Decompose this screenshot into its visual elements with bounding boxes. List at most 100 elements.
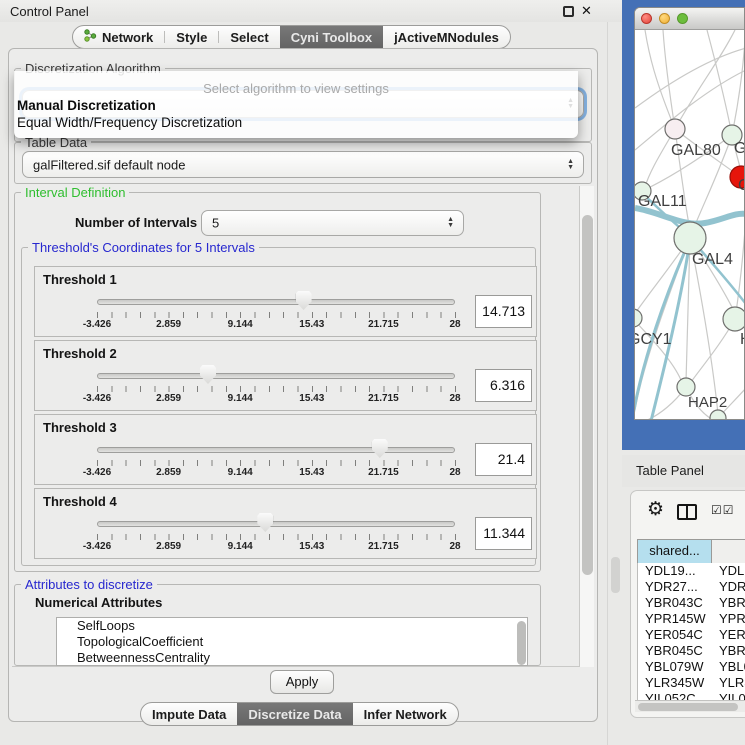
slider-handle[interactable] bbox=[372, 439, 388, 458]
numerical-attributes-label: Numerical Attributes bbox=[35, 595, 162, 610]
table-row[interactable]: YIL052CYIL0 bbox=[638, 691, 745, 700]
tick-label: 9.144 bbox=[228, 541, 253, 552]
group-title: Interval Definition bbox=[21, 185, 129, 200]
node-label-gcy1: GCY1 bbox=[635, 331, 672, 348]
slider-handle[interactable] bbox=[296, 291, 312, 310]
table-row[interactable]: YBR043CYBR0 bbox=[638, 595, 745, 611]
split-view-icon[interactable] bbox=[677, 504, 697, 520]
control-panel-titlebar: Control Panel ✕ bbox=[0, 0, 622, 22]
scrollbar-thumb[interactable] bbox=[582, 215, 593, 575]
table-row[interactable]: YER054CYER0 bbox=[638, 627, 745, 643]
tab-network[interactable]: Network bbox=[73, 26, 164, 48]
table-cell: YPR145W bbox=[638, 611, 712, 627]
column-header-name[interactable]: na bbox=[712, 540, 745, 563]
slider-handle[interactable] bbox=[257, 513, 273, 532]
network-canvas[interactable]: GAL80 GA C GAL11 GAL4 GCY1 H HAP2 bbox=[635, 30, 745, 420]
threshold-value-field[interactable]: 11.344 bbox=[475, 517, 532, 550]
popup-item-equal-width-frequency[interactable]: Equal Width/Frequency Discretization bbox=[17, 115, 242, 130]
combobox-value: 5 bbox=[212, 216, 219, 231]
table-row[interactable]: YLR345WYLR3 bbox=[638, 675, 745, 691]
slider-track[interactable] bbox=[97, 521, 455, 527]
number-of-intervals-combobox[interactable]: 5 ▲▼ bbox=[201, 210, 464, 236]
table-row[interactable]: YBL079WYBL0 bbox=[638, 659, 745, 675]
table-header-row: shared... na bbox=[637, 539, 745, 563]
table-cell: YDL1 bbox=[712, 563, 745, 579]
node-table: shared... na YDL19...YDL1YDR27...YDR2YBR… bbox=[637, 539, 745, 700]
gear-icon[interactable]: ⚙ bbox=[647, 500, 664, 519]
panel-title: Control Panel bbox=[10, 4, 89, 19]
list-item[interactable]: SelfLoops bbox=[57, 618, 527, 634]
tick-label: 2.859 bbox=[156, 467, 181, 478]
table-row[interactable]: YBR045CYBR0 bbox=[638, 643, 745, 659]
node-gal80[interactable] bbox=[665, 119, 685, 139]
main-scrollbar[interactable] bbox=[579, 186, 594, 667]
group-attributes-to-discretize: Attributes to discretize Numerical Attri… bbox=[14, 584, 541, 666]
minimize-traffic-light[interactable] bbox=[659, 13, 670, 24]
tab-cyni-toolbox[interactable]: Cyni Toolbox bbox=[280, 26, 383, 48]
tab-style[interactable]: Style bbox=[165, 26, 218, 48]
float-icon[interactable] bbox=[563, 6, 574, 17]
tab-discretize-data[interactable]: Discretize Data bbox=[237, 703, 352, 725]
tab-jactivemnodules[interactable]: jActiveMNodules bbox=[383, 26, 510, 48]
slider-handle[interactable] bbox=[200, 365, 216, 384]
divider-grip[interactable] bbox=[611, 557, 620, 593]
tick-label: 28 bbox=[449, 319, 460, 330]
table-rows[interactable]: YDL19...YDL1YDR27...YDR2YBR043CYBR0YPR14… bbox=[637, 563, 745, 700]
tab-infer-network[interactable]: Infer Network bbox=[353, 703, 458, 725]
table-cell: YBR045C bbox=[638, 643, 712, 659]
select-columns-icons[interactable]: ☑☑ bbox=[711, 503, 735, 517]
scrollbar-thumb[interactable] bbox=[638, 703, 738, 711]
table-row[interactable]: YDL19...YDL1 bbox=[638, 563, 745, 579]
node-gal4[interactable] bbox=[674, 222, 706, 254]
checkbox-icon: ☑ bbox=[723, 503, 735, 517]
node-label-gal4: GAL4 bbox=[692, 251, 733, 268]
threshold-value-field[interactable]: 14.713 bbox=[475, 295, 532, 328]
threshold-3-block: Threshold 3 -3.426 2.859 9.144 15.43 21.… bbox=[34, 414, 537, 485]
table-cell: YBL079W bbox=[638, 659, 712, 675]
node-label-partial-g: GA bbox=[734, 140, 745, 157]
network-graph: GAL80 GA C GAL11 GAL4 GCY1 H HAP2 bbox=[635, 30, 745, 420]
slider-track[interactable] bbox=[97, 299, 455, 305]
node-label-gal80: GAL80 bbox=[671, 142, 721, 159]
list-item[interactable]: TopologicalCoefficient bbox=[57, 634, 527, 650]
tick-label: 28 bbox=[449, 541, 460, 552]
network-window-titlebar[interactable] bbox=[635, 8, 745, 30]
tab-select[interactable]: Select bbox=[219, 26, 279, 48]
network-view-window[interactable]: GAL80 GA C GAL11 GAL4 GCY1 H HAP2 bbox=[622, 0, 745, 450]
tab-impute-data[interactable]: Impute Data bbox=[141, 703, 237, 725]
popup-placeholder: Select algorithm to view settings bbox=[14, 81, 578, 96]
list-scrollbar-thumb[interactable] bbox=[517, 621, 526, 665]
network-inner-window: GAL80 GA C GAL11 GAL4 GCY1 H HAP2 bbox=[634, 7, 745, 420]
popup-item-manual-discretization[interactable]: Manual Discretization bbox=[17, 98, 156, 113]
apply-button[interactable]: Apply bbox=[270, 670, 334, 694]
table-panel-titlebar: Table Panel bbox=[622, 455, 745, 487]
threshold-value-field[interactable]: 21.4 bbox=[475, 443, 532, 476]
tick-label: 9.144 bbox=[228, 319, 253, 330]
table-horizontal-scrollbar[interactable] bbox=[635, 700, 745, 712]
threshold-value-field[interactable]: 6.316 bbox=[475, 369, 532, 402]
group-interval-definition: Interval Definition Number of Intervals … bbox=[14, 192, 541, 572]
node-gcy1[interactable] bbox=[635, 309, 642, 327]
close-traffic-light[interactable] bbox=[641, 13, 652, 24]
tick-label: 21.715 bbox=[368, 319, 399, 330]
slider-track[interactable] bbox=[97, 447, 455, 453]
node-h[interactable] bbox=[723, 307, 745, 331]
table-cell: YDR27... bbox=[638, 579, 712, 595]
table-row[interactable]: YDR27...YDR2 bbox=[638, 579, 745, 595]
close-icon[interactable]: ✕ bbox=[581, 3, 592, 19]
column-header-shared-name[interactable]: shared... bbox=[638, 540, 712, 563]
table-cell: YPR1 bbox=[712, 611, 745, 627]
tab-label: Network bbox=[102, 30, 153, 45]
tab-label: Style bbox=[176, 30, 207, 45]
node-partial-bottom[interactable] bbox=[710, 410, 726, 420]
table-cell: YER0 bbox=[712, 627, 745, 643]
numerical-attributes-list[interactable]: SelfLoopsTopologicalCoefficientBetweenne… bbox=[56, 617, 528, 666]
threshold-slider: -3.426 2.859 9.144 15.43 21.715 28 bbox=[97, 341, 455, 412]
slider-track[interactable] bbox=[97, 373, 455, 379]
tick-label: -3.426 bbox=[83, 541, 111, 552]
zoom-traffic-light[interactable] bbox=[677, 13, 688, 24]
table-cell: YLR345W bbox=[638, 675, 712, 691]
list-item[interactable]: BetweennessCentrality bbox=[57, 650, 527, 666]
table-data-combobox[interactable]: galFiltered.sif default node ▲▼ bbox=[22, 151, 584, 178]
table-row[interactable]: YPR145WYPR1 bbox=[638, 611, 745, 627]
